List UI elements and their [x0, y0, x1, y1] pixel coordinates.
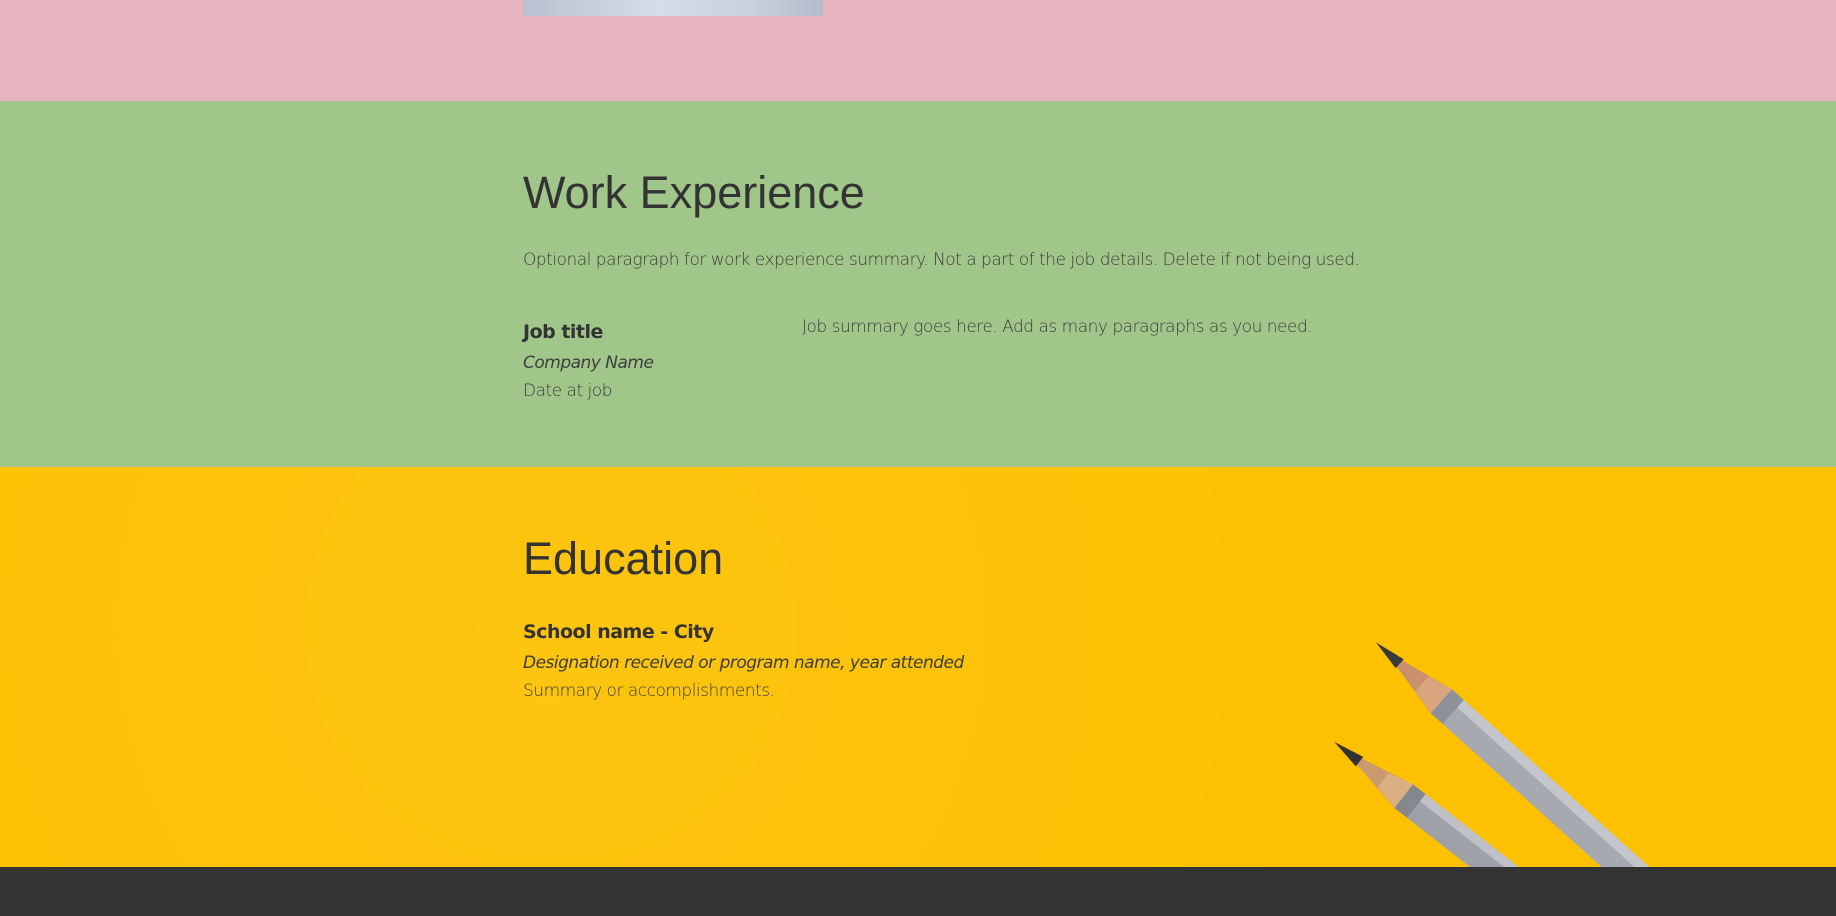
job-date: Date at job [523, 381, 612, 401]
job-description: Job summary goes here. Add as many parag… [802, 317, 1313, 337]
pencils-image [1334, 642, 1656, 867]
work-experience-section: Work Experience Optional paragraph for w… [0, 101, 1836, 467]
designation: Designation received or program name, ye… [523, 653, 964, 673]
company-name: Company Name [523, 353, 654, 373]
education-summary: Summary or accomplishments. [523, 681, 775, 701]
education-section: Education School name - City Designation… [0, 467, 1836, 867]
education-title: Education [523, 533, 724, 584]
school-name: School name - City [523, 621, 714, 643]
footer [0, 867, 1836, 916]
work-summary: Optional paragraph for work experience s… [523, 250, 1360, 270]
profile-image [523, 0, 823, 16]
work-experience-title: Work Experience [523, 167, 865, 218]
job-title: Job title [523, 321, 603, 343]
header-band [0, 0, 1836, 101]
